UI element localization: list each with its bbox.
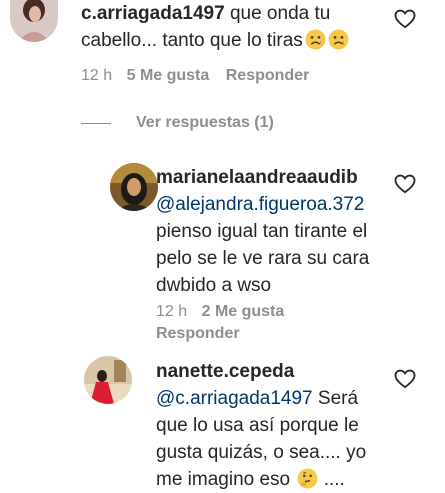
heart-icon[interactable] [394, 174, 416, 194]
comment-body: gusta quizás, o sea.... yo [156, 442, 367, 463]
comment-body: Será [317, 388, 359, 409]
likes-count[interactable]: 5 Me gusta [127, 67, 210, 84]
comment-body: dwbido a wso [156, 275, 272, 296]
comment-body: me imagino eso [156, 469, 291, 490]
mention-link[interactable]: @alejandra.figueroa.372 [156, 191, 416, 218]
avatar[interactable] [84, 356, 132, 404]
comment-body: cabello... tanto que lo tiras [81, 30, 303, 51]
comment-time: 12 h [156, 303, 188, 320]
comment-username[interactable]: marianelaandreaaudib [156, 164, 416, 191]
comment-text: nanette.cepeda @c.arriagada1497 Será que… [156, 358, 416, 493]
comment-meta: 12 h 5 Me gusta Responder [81, 66, 401, 86]
comment-body: pienso igual tan tirante el [156, 221, 368, 242]
heart-icon[interactable] [394, 9, 416, 29]
likes-count[interactable]: 2 Me gusta [202, 303, 285, 320]
reply-button[interactable]: Responder [156, 324, 240, 344]
mention-link[interactable]: @c.arriagada1497 [156, 388, 313, 409]
comment-body: que lo usa así porque le [156, 415, 359, 436]
comment-text: c.arriagada1497 que onda tu cabello... t… [81, 0, 381, 54]
comment-username[interactable]: c.arriagada1497 [81, 3, 225, 24]
comment-body: pelo se le ve rara su cara [156, 248, 370, 269]
comment-username[interactable]: nanette.cepeda [156, 358, 416, 385]
avatar[interactable] [110, 163, 158, 211]
view-replies-button[interactable]: Ver respuestas (1) [136, 113, 274, 133]
divider-line [81, 123, 111, 124]
comment-time: 12 h [81, 67, 113, 84]
comment-body: que onda tu [229, 3, 331, 24]
reply-button[interactable]: Responder [226, 67, 310, 84]
sad-face-emoji [328, 29, 349, 50]
comment-meta: 12 h 2 Me gusta Responder [156, 302, 406, 344]
sad-face-emoji [305, 29, 326, 50]
avatar[interactable] [10, 0, 58, 42]
heart-icon[interactable] [394, 369, 416, 389]
comment-body: .... [323, 469, 345, 490]
comment-text: marianelaandreaaudib @alejandra.figueroa… [156, 164, 416, 299]
